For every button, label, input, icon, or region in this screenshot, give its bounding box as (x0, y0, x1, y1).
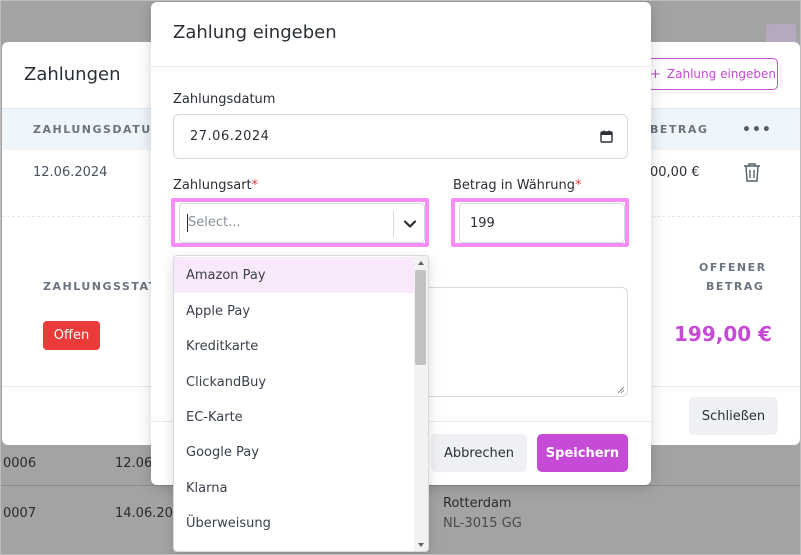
scrollbar-thumb[interactable] (415, 270, 426, 365)
plus-icon: + (650, 66, 661, 82)
scroll-up-arrow-icon[interactable] (417, 259, 425, 267)
payments-modal-title: Zahlungen (24, 64, 121, 85)
save-button[interactable]: Speichern (537, 434, 628, 472)
trash-icon[interactable] (743, 162, 761, 182)
dropdown-option[interactable]: ClickandBuy (174, 364, 414, 400)
scroll-down-arrow-icon[interactable] (417, 541, 425, 549)
payment-row-amount: 00,00 € (650, 165, 700, 180)
payment-row-date: 12.06.2024 (33, 165, 108, 180)
chevron-down-icon[interactable] (402, 216, 418, 232)
more-options-icon[interactable]: ••• (742, 122, 772, 138)
background-row-city: Rotterdam (443, 496, 512, 511)
payment-date-value: 27.06.2024 (190, 129, 270, 144)
amount-input[interactable]: 199 (459, 203, 625, 243)
required-mark: * (575, 178, 582, 193)
add-payment-button[interactable]: + Zahlung eingeben (639, 58, 778, 90)
payment-date-label: Zahlungsdatum (173, 92, 276, 107)
dropdown-option[interactable]: Klarna (174, 470, 414, 506)
payment-method-dropdown[interactable]: Amazon Pay Apple Pay Kreditkarte Clickan… (173, 255, 429, 552)
calendar-icon[interactable] (600, 130, 613, 143)
note-textarea[interactable] (423, 287, 628, 397)
background-row-id: 0006 (3, 456, 37, 471)
enter-payment-title: Zahlung eingeben (173, 22, 337, 43)
dropdown-option[interactable]: Apple Pay (174, 293, 414, 329)
resize-handle-icon[interactable] (617, 386, 625, 394)
open-amount-header-line1: OFFENER (699, 261, 767, 274)
background-row-zip: NL-3015 GG (443, 516, 522, 531)
payment-method-placeholder: Select... (188, 215, 241, 230)
status-badge: Offen (43, 321, 100, 350)
background-row-id: 0007 (3, 506, 37, 521)
column-header-amount: BETRAG (650, 123, 709, 136)
amount-label-text: Betrag in Währung (453, 178, 575, 193)
dropdown-option[interactable]: EC-Karte (174, 399, 414, 435)
payment-method-label-text: Zahlungsart (173, 178, 252, 193)
open-amount-header-line2: BETRAG (706, 280, 765, 293)
dropdown-option[interactable]: Amazon Pay (174, 257, 414, 293)
add-payment-label: Zahlung eingeben (666, 67, 776, 81)
modal-header-divider (151, 66, 651, 67)
payment-date-input[interactable]: 27.06.2024 (173, 114, 628, 159)
background-row-date: 14.06.202 (115, 506, 182, 521)
select-separator (393, 211, 394, 237)
dropdown-scrollbar[interactable] (414, 256, 428, 551)
close-button[interactable]: Schließen (689, 397, 778, 435)
amount-label: Betrag in Währung* (453, 178, 582, 193)
background-corner-element (766, 24, 796, 44)
open-amount-value: 199,00 € (674, 322, 773, 346)
cancel-button[interactable]: Abbrechen (431, 434, 527, 472)
column-header-date: ZAHLUNGSDATUM (33, 123, 165, 136)
dropdown-option[interactable]: Überweisung (174, 505, 414, 541)
payment-method-select[interactable]: Select... (179, 203, 425, 243)
payment-method-label: Zahlungsart* (173, 178, 258, 193)
dropdown-option[interactable]: Google Pay (174, 434, 414, 470)
dropdown-option[interactable]: Kreditkarte (174, 328, 414, 364)
required-mark: * (251, 178, 259, 193)
